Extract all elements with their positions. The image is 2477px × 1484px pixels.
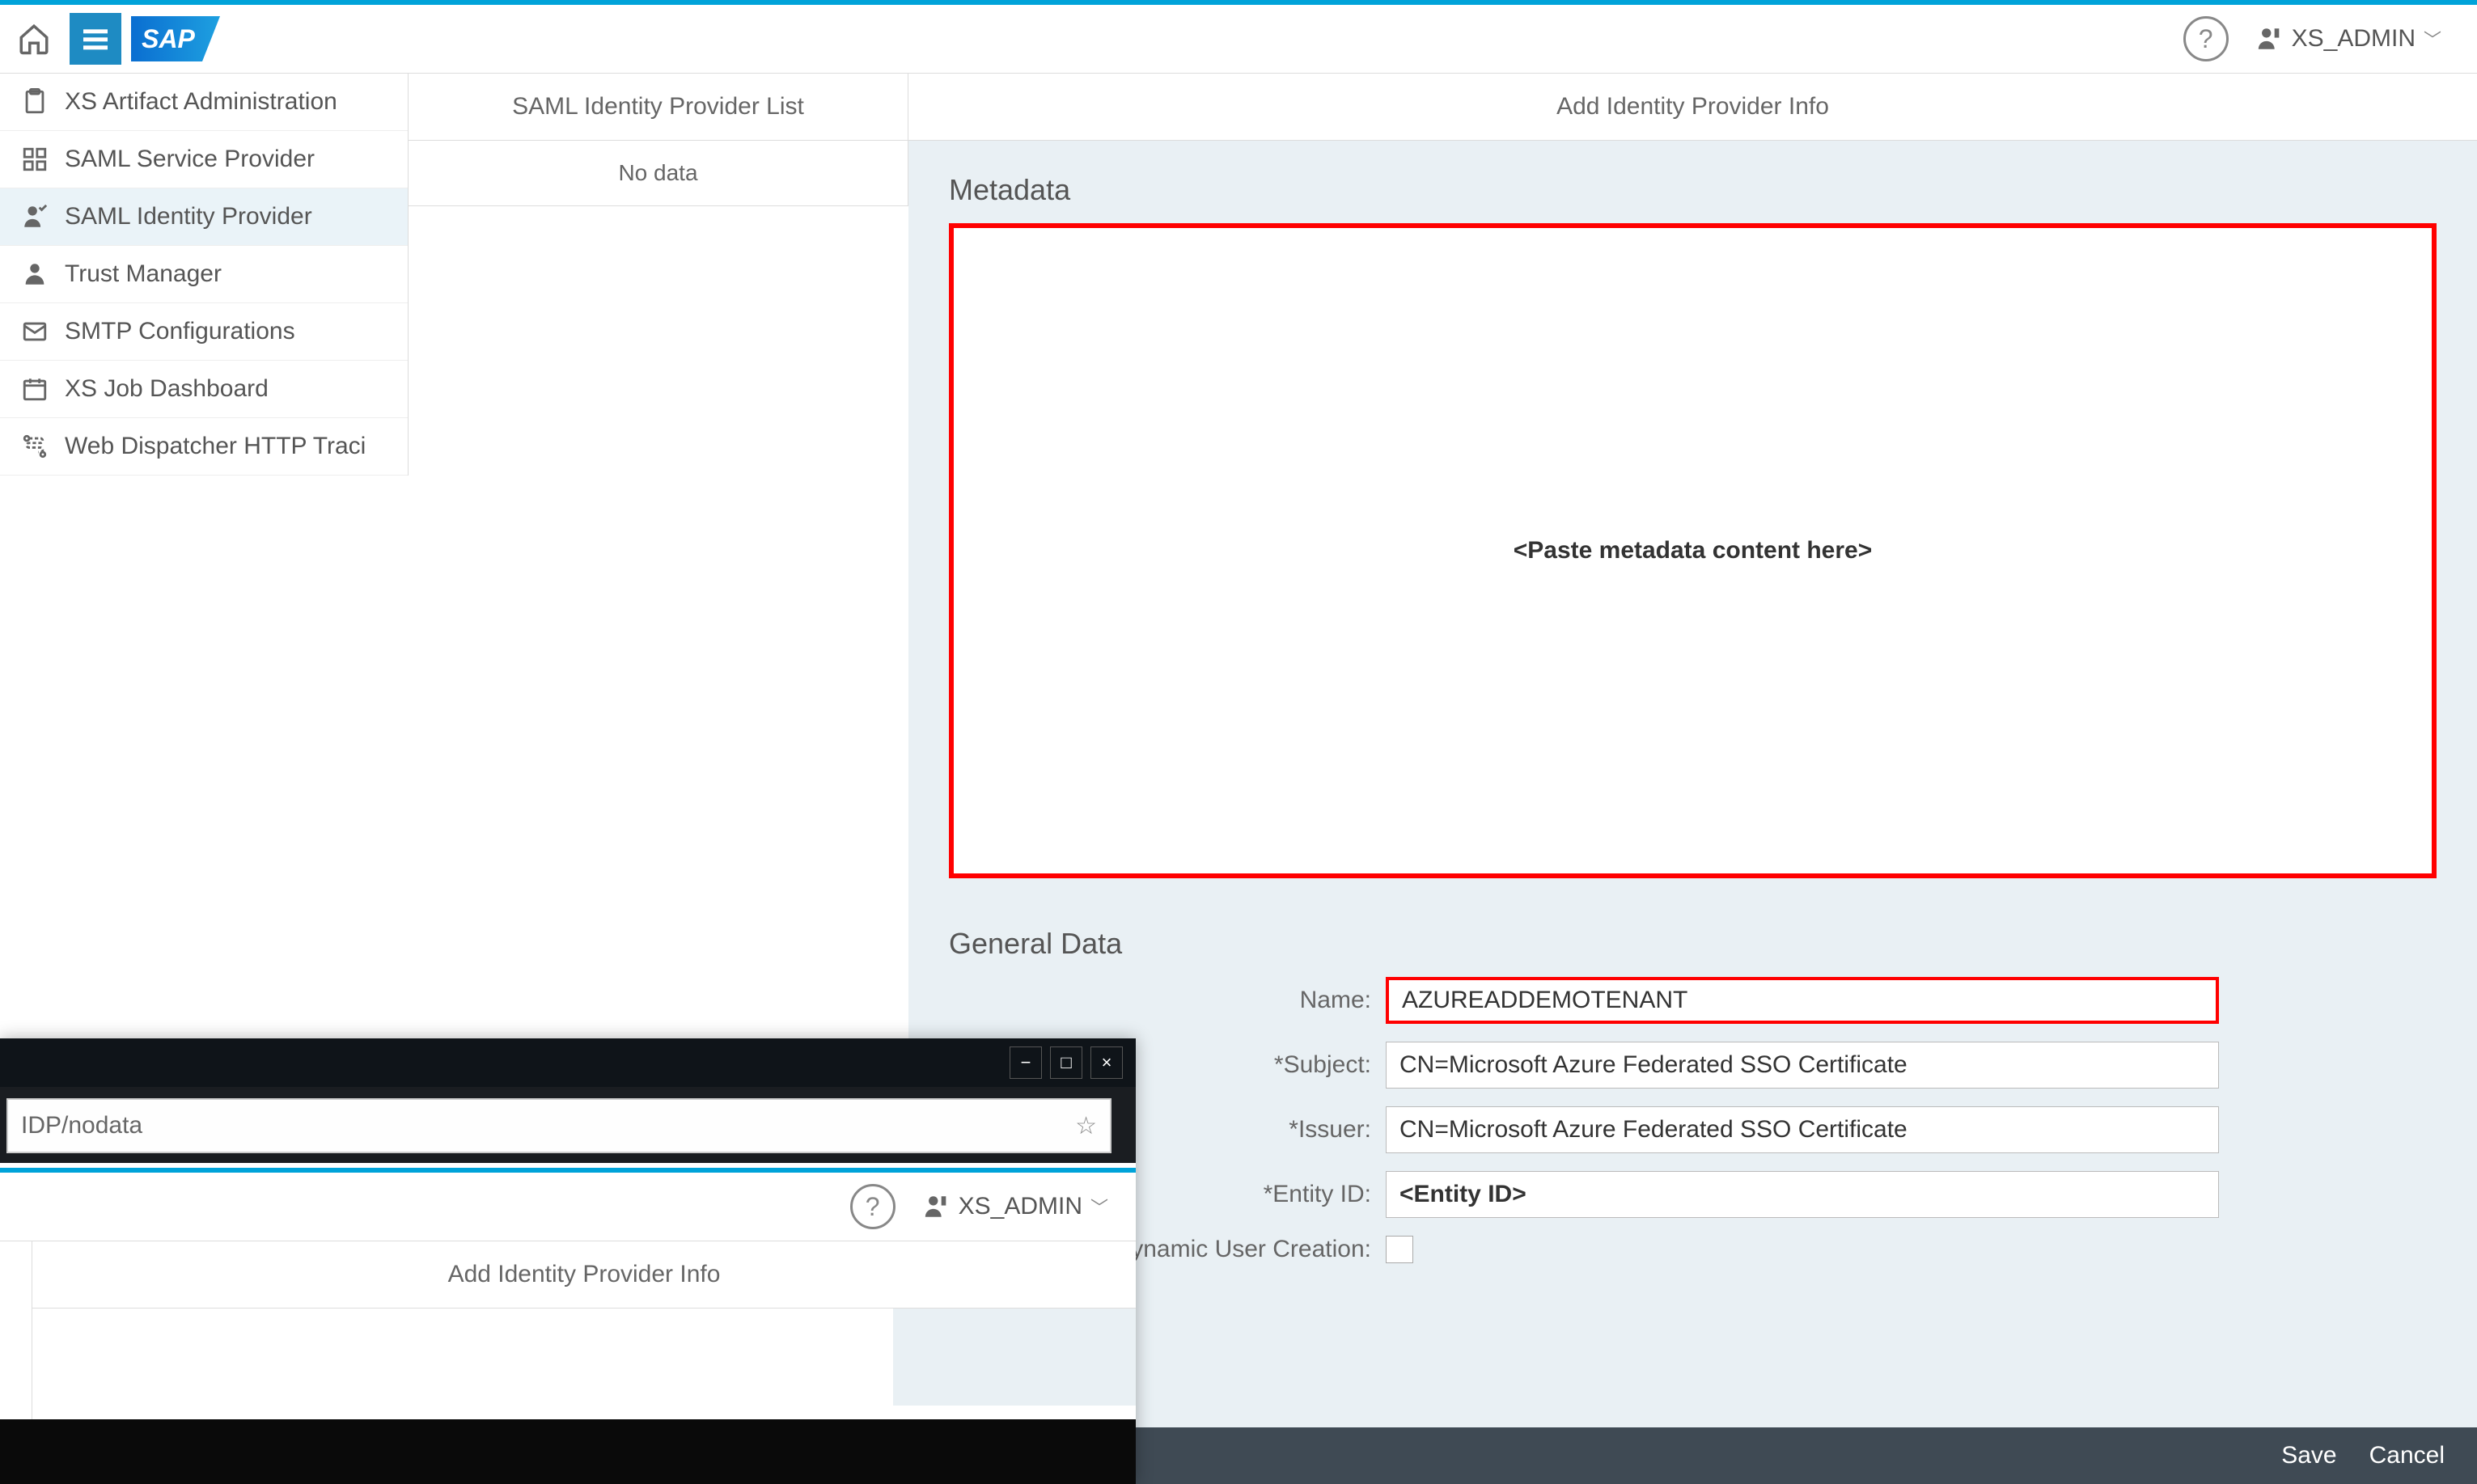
sidebar-item-saml-sp[interactable]: SAML Service Provider [0,131,408,188]
popup-user-menu[interactable]: XS_ADMIN ﹀ [912,1185,1120,1228]
app-header: SAP ? XS_ADMIN ﹀ [0,5,2477,74]
calendar-icon [19,374,50,404]
close-button[interactable]: × [1090,1046,1123,1079]
sap-logo: SAP [131,16,220,61]
checkbox-dynamic-user[interactable] [1386,1236,1413,1263]
popup-user-name: XS_ADMIN [959,1193,1082,1220]
grid-icon [19,144,50,175]
minimize-button[interactable]: − [1010,1046,1042,1079]
help-icon[interactable]: ? [2183,16,2229,61]
sidebar-item-web-dispatcher[interactable]: Web Dispatcher HTTP Traci [0,418,408,476]
sidebar-item-trust[interactable]: Trust Manager [0,246,408,303]
form-row-dynamic-user: Dynamic User Creation: [949,1236,2437,1263]
cancel-button[interactable]: Cancel [2369,1442,2445,1469]
mail-icon [19,316,50,347]
star-icon[interactable]: ☆ [1075,1112,1097,1140]
chevron-down-icon: ﹀ [1090,1194,1108,1220]
user-check-icon [19,201,50,232]
menu-button[interactable] [70,13,121,65]
general-section-title: General Data [949,927,2437,961]
route-icon [19,431,50,462]
popup-detail-title: Add Identity Provider Info [32,1241,1136,1309]
sidebar-label: SAML Service Provider [65,146,315,173]
detail-body: Metadata <Paste metadata content here> G… [908,141,2477,1431]
metadata-textarea[interactable]: <Paste metadata content here> [949,223,2437,878]
user-menu[interactable]: XS_ADMIN ﹀ [2245,17,2453,61]
sidebar-label: XS Job Dashboard [65,375,269,403]
sidebar-item-saml-idp[interactable]: SAML Identity Provider [0,188,408,246]
form-row-entity-id: *Entity ID: [949,1171,2437,1218]
save-button[interactable]: Save [2281,1442,2336,1469]
form-row-subject: *Subject: [949,1042,2437,1089]
form-row-name: Name: [949,977,2437,1024]
header-left: SAP [8,13,220,65]
sidebar-label: SMTP Configurations [65,318,295,345]
form-row-issuer: *Issuer: [949,1106,2437,1153]
chevron-down-icon: ﹀ [2424,26,2441,52]
idp-list-panel: SAML Identity Provider List No data [409,74,908,206]
input-name[interactable] [1386,977,2219,1024]
sidebar: XS Artifact Administration SAML Service … [0,74,409,476]
popup-content: Add Identity Provider Info [0,1241,1136,1419]
metadata-section-title: Metadata [949,173,2437,207]
clipboard-icon [19,87,50,117]
sidebar-item-smtp[interactable]: SMTP Configurations [0,303,408,361]
idp-list-empty: No data [409,141,908,206]
popup-left-strip [0,1241,32,1419]
label-name: Name: [949,987,1386,1014]
input-issuer[interactable] [1386,1106,2219,1153]
idp-list-title: SAML Identity Provider List [409,74,908,141]
metadata-placeholder: <Paste metadata content here> [1514,537,1873,564]
sidebar-label: SAML Identity Provider [65,203,312,230]
popup-main: Add Identity Provider Info [32,1241,1136,1419]
popup-window: − □ × IDP/nodata ☆ ? XS_ADMIN ﹀ Add Iden… [0,1038,1136,1484]
sidebar-label: Trust Manager [65,260,222,288]
header-right: ? XS_ADMIN ﹀ [2183,16,2469,61]
user-name: XS_ADMIN [2292,25,2416,53]
popup-help-icon[interactable]: ? [850,1184,896,1229]
sidebar-label: XS Artifact Administration [65,88,337,116]
popup-url-bar[interactable]: IDP/nodata ☆ [6,1098,1111,1153]
input-entity-id[interactable] [1386,1171,2219,1218]
user-icon [19,259,50,290]
sidebar-item-xs-artifact[interactable]: XS Artifact Administration [0,74,408,131]
maximize-button[interactable]: □ [1050,1046,1082,1079]
home-icon[interactable] [8,13,60,65]
input-subject[interactable] [1386,1042,2219,1089]
popup-titlebar: − □ × [0,1038,1136,1087]
popup-header: ? XS_ADMIN ﹀ [0,1173,1136,1241]
detail-panel: Add Identity Provider Info Metadata <Pas… [908,74,2477,1484]
popup-url-text: IDP/nodata [21,1112,142,1139]
sidebar-label: Web Dispatcher HTTP Traci [65,433,366,460]
sidebar-item-xs-job[interactable]: XS Job Dashboard [0,361,408,418]
footer-bar: Save Cancel [908,1427,2477,1484]
detail-title: Add Identity Provider Info [908,74,2477,141]
popup-footer [0,1419,1136,1484]
